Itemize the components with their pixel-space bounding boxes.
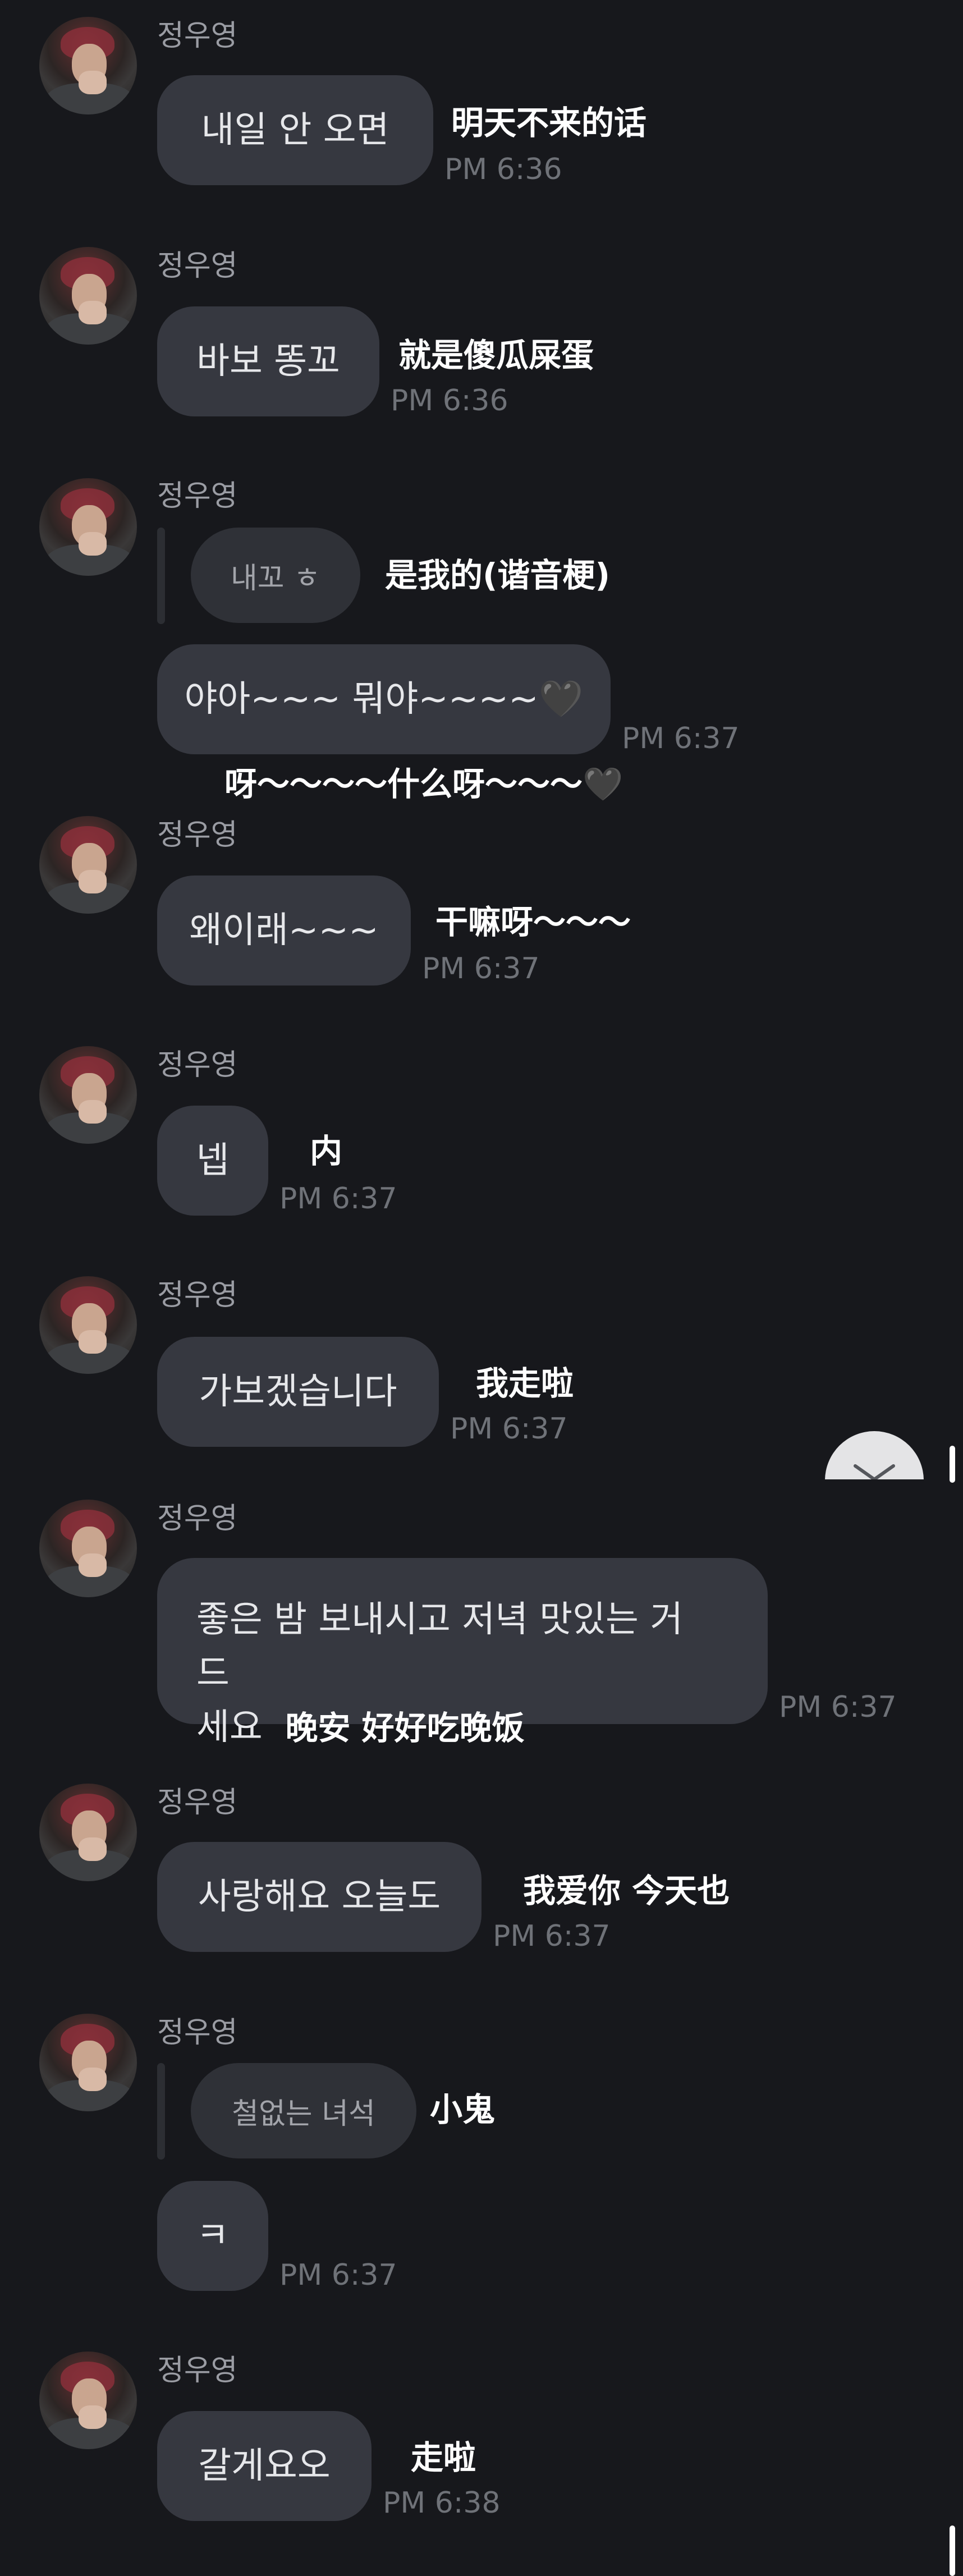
- message-time: PM 6:37: [422, 952, 540, 986]
- sender-name: 정우영: [157, 2354, 238, 2387]
- scrollbar-thumb[interactable]: [950, 1446, 955, 1483]
- message-bubble[interactable]: 갈게요오: [157, 2411, 372, 2521]
- message-bubble[interactable]: 좋은 밤 보내시고 저녁 맛있는 거 드 세요 晚安 好好吃晚饭: [157, 1558, 768, 1748]
- avatar[interactable]: [39, 2352, 137, 2449]
- message-time: PM 6:37: [279, 2258, 397, 2292]
- message-time: PM 6:36: [444, 153, 562, 186]
- message-time: PM 6:37: [279, 1182, 397, 1216]
- message-bubble[interactable]: 내일 안 오면: [157, 75, 433, 185]
- translation-text: 干嘛呀～～～: [435, 903, 631, 941]
- avatar[interactable]: [39, 247, 137, 345]
- message-text-line: 세요: [196, 1707, 263, 1748]
- message-bubble[interactable]: 왜이래~~~: [157, 876, 411, 986]
- message-time: PM 6:37: [779, 1690, 897, 1724]
- translation-text: 呀～～～～什么呀～～～🖤: [224, 765, 623, 803]
- sender-name: 정우영: [157, 818, 238, 852]
- sender-name: 정우영: [157, 1278, 238, 1312]
- avatar[interactable]: [39, 1276, 137, 1374]
- sender-name: 정우영: [157, 1048, 238, 1082]
- translation-text: 走啦: [411, 2439, 476, 2477]
- translation-text: 是我的(谐音梗): [385, 556, 611, 594]
- avatar[interactable]: [39, 1046, 137, 1144]
- avatar[interactable]: [39, 2014, 137, 2111]
- message-bubble[interactable]: 사랑해요 오늘도: [157, 1842, 481, 1952]
- message-time: PM 6:37: [622, 722, 740, 755]
- quoted-reply[interactable]: 내꼬 ㅎ: [191, 528, 360, 623]
- translation-text: 小鬼: [430, 2091, 496, 2129]
- translation-text: 内: [310, 1132, 343, 1170]
- message-text-line: 좋은 밤 보내시고 저녁 맛있는 거 드: [196, 1599, 684, 1694]
- avatar[interactable]: [39, 816, 137, 914]
- sender-name: 정우영: [157, 479, 238, 513]
- translation-text: 晚安 好好吃晚饭: [285, 1709, 525, 1747]
- quoted-reply[interactable]: 철없는 녀석: [191, 2063, 416, 2158]
- reply-quote-bar: [157, 2063, 165, 2160]
- message-bubble[interactable]: 넵: [157, 1106, 268, 1216]
- avatar[interactable]: [39, 478, 137, 576]
- reply-quote-bar: [157, 528, 165, 624]
- sender-name: 정우영: [157, 2016, 238, 2050]
- sender-name: 정우영: [157, 249, 238, 283]
- message-bubble[interactable]: 가보겠습니다: [157, 1337, 439, 1447]
- message-bubble[interactable]: 바보 똥꼬: [157, 306, 379, 416]
- translation-text: 明天不来的话: [451, 104, 647, 142]
- translation-text: 我爱你 今天也: [523, 1872, 730, 1910]
- message-time: PM 6:36: [391, 384, 508, 418]
- chevron-down-icon: [854, 1464, 895, 1479]
- scroll-to-bottom-button[interactable]: [825, 1431, 924, 1479]
- avatar[interactable]: [39, 17, 137, 114]
- message-time: PM 6:37: [493, 1919, 611, 1953]
- translation-text: 我走啦: [476, 1364, 574, 1402]
- translation-text: 就是傻瓜屎蛋: [398, 336, 594, 374]
- message-bubble[interactable]: 야아~~~ 뭐야~~~~🖤: [157, 644, 611, 754]
- message-bubble[interactable]: ㅋ: [157, 2181, 268, 2291]
- message-time: PM 6:38: [383, 2486, 501, 2520]
- message-time: PM 6:37: [450, 1412, 568, 1446]
- sender-name: 정우영: [157, 1786, 238, 1819]
- avatar[interactable]: [39, 1500, 137, 1597]
- scrollbar-thumb[interactable]: [950, 2525, 955, 2576]
- sender-name: 정우영: [157, 19, 238, 53]
- sender-name: 정우영: [157, 1502, 238, 1535]
- avatar[interactable]: [39, 1784, 137, 1881]
